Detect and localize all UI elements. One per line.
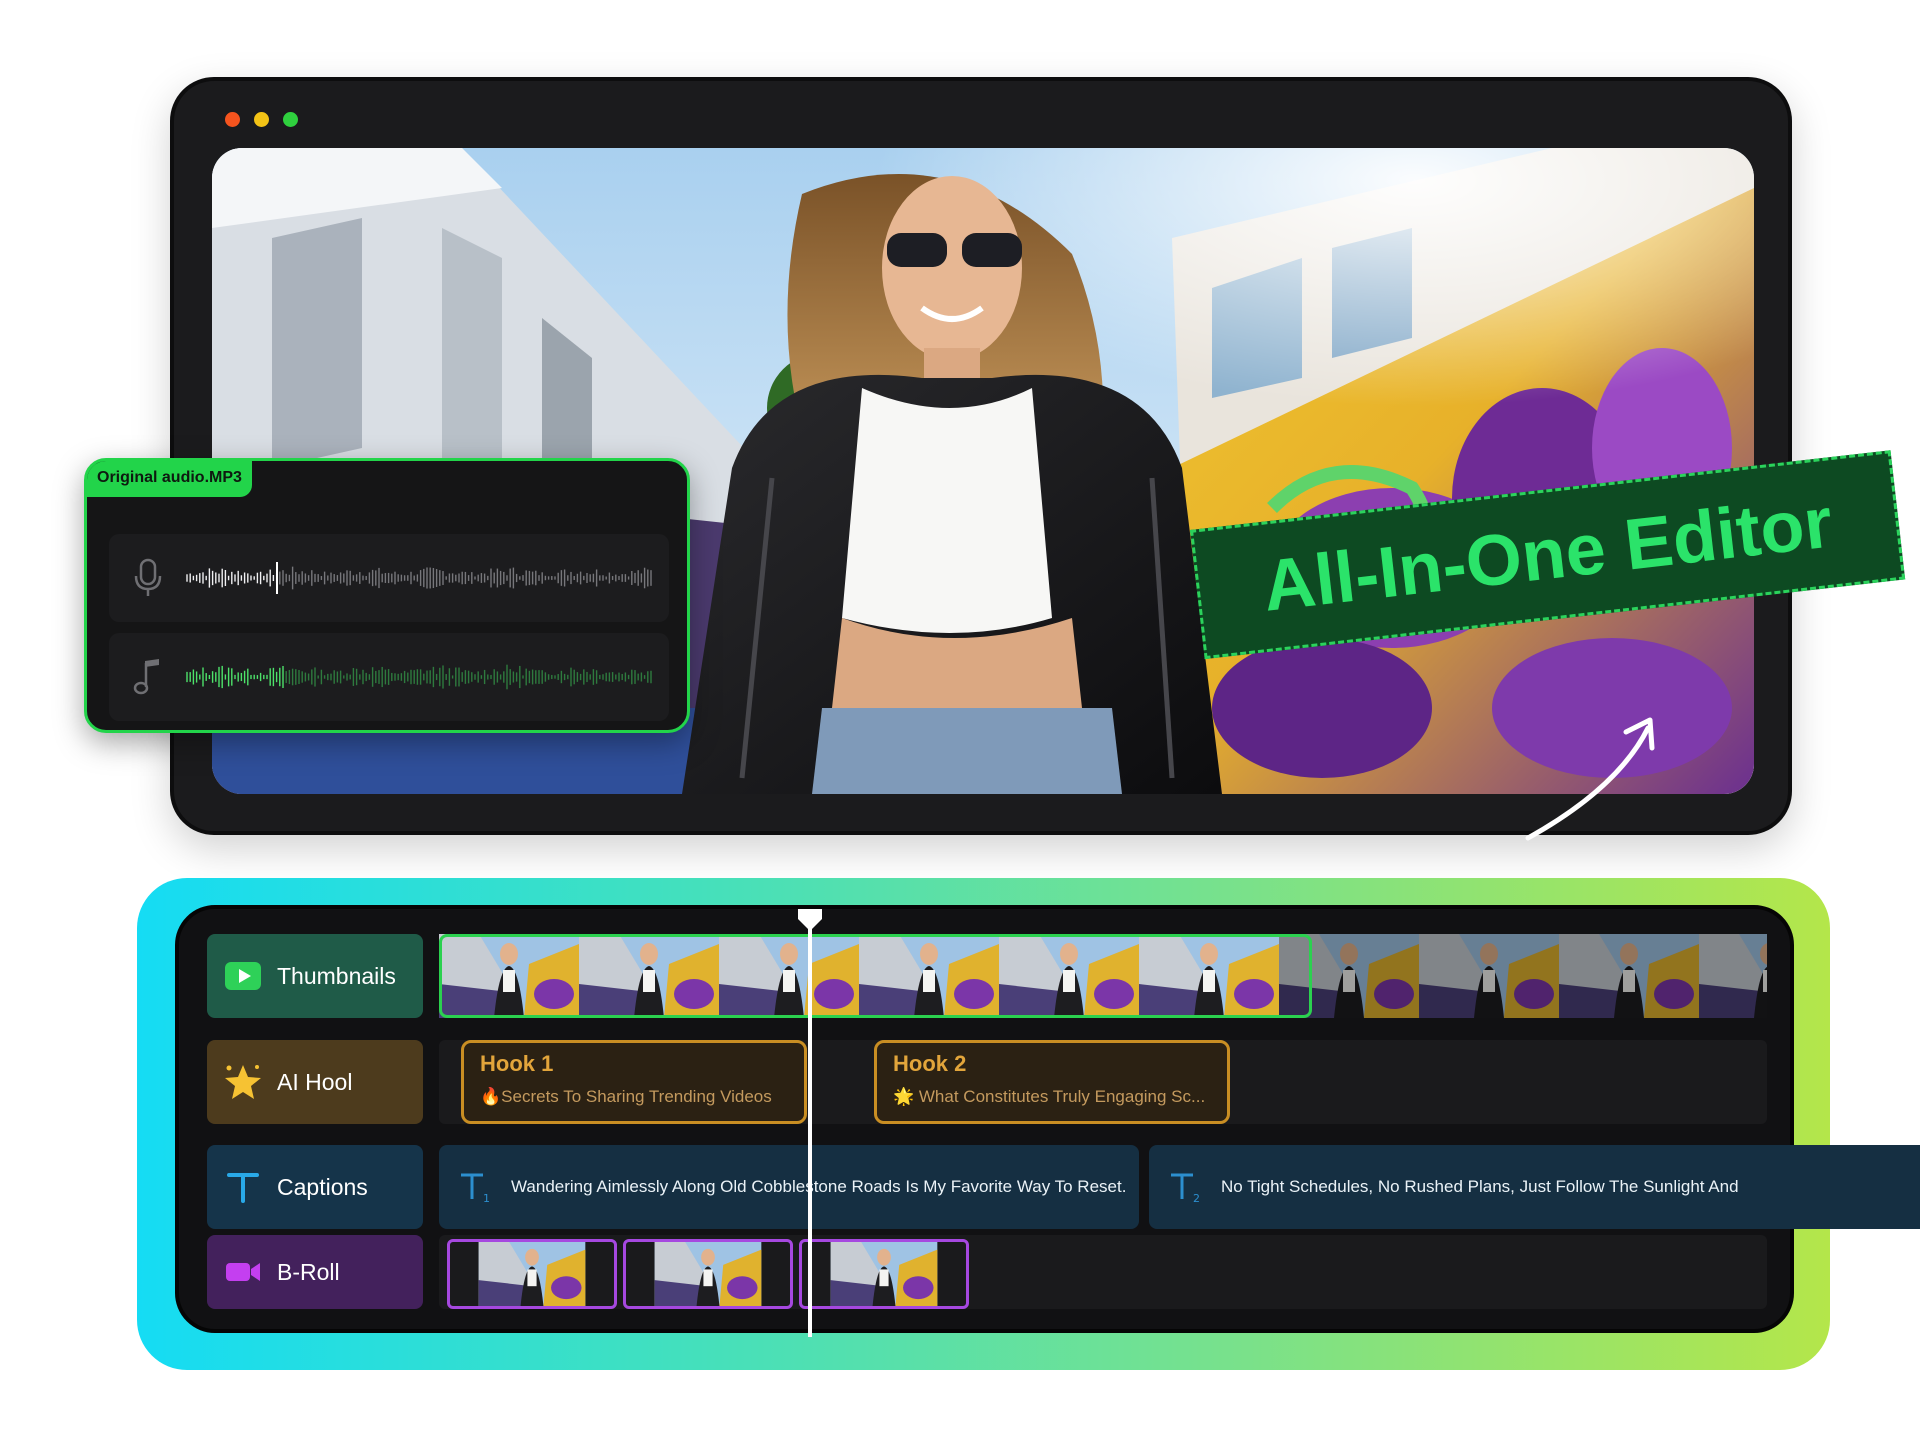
video-camera-icon: [226, 1263, 260, 1281]
track-captions[interactable]: Captions 1 Wandering Aimlessly Along Old…: [207, 1145, 1920, 1229]
thumbnail-selection[interactable]: [439, 934, 1312, 1018]
window-minimize-button[interactable]: [254, 112, 269, 127]
window-close-button[interactable]: [225, 112, 240, 127]
hook-clip-2[interactable]: Hook 2 🌟 What Constitutes Truly Engaging…: [874, 1040, 1230, 1124]
microphone-icon: [134, 558, 162, 596]
audio-file-name: Original audio.MP3: [87, 461, 252, 497]
track-label-b-roll[interactable]: B-Roll: [207, 1235, 423, 1309]
caption-text: Wandering Aimlessly Along Old Cobbleston…: [511, 1177, 1127, 1196]
track-b-roll[interactable]: B-Roll: [207, 1235, 1767, 1309]
voice-waveform[interactable]: [185, 548, 655, 608]
caption-index: 1: [483, 1192, 490, 1205]
playhead-handle[interactable]: [796, 907, 824, 933]
b-roll-clip[interactable]: [623, 1239, 793, 1309]
thumbnail-frame[interactable]: [1699, 934, 1767, 1018]
thumbnails-lane[interactable]: [439, 934, 1767, 1018]
music-note-icon: [133, 659, 159, 695]
caption-segment-1[interactable]: 1 Wandering Aimlessly Along Old Cobblest…: [439, 1145, 1139, 1229]
sparkle-star-icon: [225, 1065, 261, 1099]
track-label-thumbnails[interactable]: Thumbnails: [207, 934, 423, 1018]
voice-audio-track[interactable]: [109, 534, 669, 622]
text-t-icon: 2: [1171, 1173, 1200, 1205]
thumbnail-frame[interactable]: [1559, 934, 1699, 1018]
text-t-icon: 1: [461, 1173, 490, 1205]
curved-arrow-icon: [1525, 717, 1655, 841]
caption-text: No Tight Schedules, No Rushed Plans, Jus…: [1221, 1177, 1739, 1196]
playhead[interactable]: [808, 909, 812, 1337]
ai-hook-lane[interactable]: Hook 1 🔥Secrets To Sharing Trending Vide…: [439, 1040, 1767, 1124]
track-name: AI Hool: [277, 1068, 353, 1095]
b-roll-clip[interactable]: [799, 1239, 969, 1309]
hook-title: Hook 2: [893, 1051, 967, 1076]
music-waveform[interactable]: [185, 647, 655, 707]
window-maximize-button[interactable]: [283, 112, 298, 127]
caption-segment-2[interactable]: 2 No Tight Schedules, No Rushed Plans, J…: [1149, 1145, 1920, 1229]
track-name: Captions: [277, 1173, 368, 1200]
hook-description: 🌟 What Constitutes Truly Engaging Sc...: [893, 1087, 1206, 1106]
thumbnail-frame[interactable]: [1419, 934, 1559, 1018]
track-label-captions[interactable]: Captions: [207, 1145, 423, 1229]
hook-title: Hook 1: [480, 1051, 554, 1076]
caption-index: 2: [1193, 1192, 1200, 1205]
track-ai-hook[interactable]: AI Hool Hook 1 🔥Secrets To Sharing Trend…: [207, 1040, 1767, 1124]
track-label-ai-hook[interactable]: AI Hool: [207, 1040, 423, 1124]
timeline-panel[interactable]: Thumbnails AI Hool Hook 1 🔥Secrets To Sh…: [175, 905, 1920, 1337]
b-roll-lane[interactable]: [439, 1235, 1767, 1309]
hook-description: 🔥Secrets To Sharing Trending Videos: [480, 1087, 772, 1106]
track-name: Thumbnails: [277, 962, 396, 989]
audio-panel[interactable]: Original audio.MP3: [84, 458, 690, 733]
text-t-icon: [227, 1173, 259, 1203]
track-thumbnails[interactable]: Thumbnails: [207, 934, 1767, 1018]
timeline-frame: Thumbnails AI Hool Hook 1 🔥Secrets To Sh…: [137, 878, 1920, 1370]
hook-clip-1[interactable]: Hook 1 🔥Secrets To Sharing Trending Vide…: [461, 1040, 807, 1124]
track-name: B-Roll: [277, 1258, 340, 1285]
captions-lane[interactable]: 1 Wandering Aimlessly Along Old Cobblest…: [439, 1145, 1920, 1229]
b-roll-clip[interactable]: [447, 1239, 617, 1309]
music-audio-track[interactable]: [109, 633, 669, 721]
play-icon: [225, 962, 261, 990]
